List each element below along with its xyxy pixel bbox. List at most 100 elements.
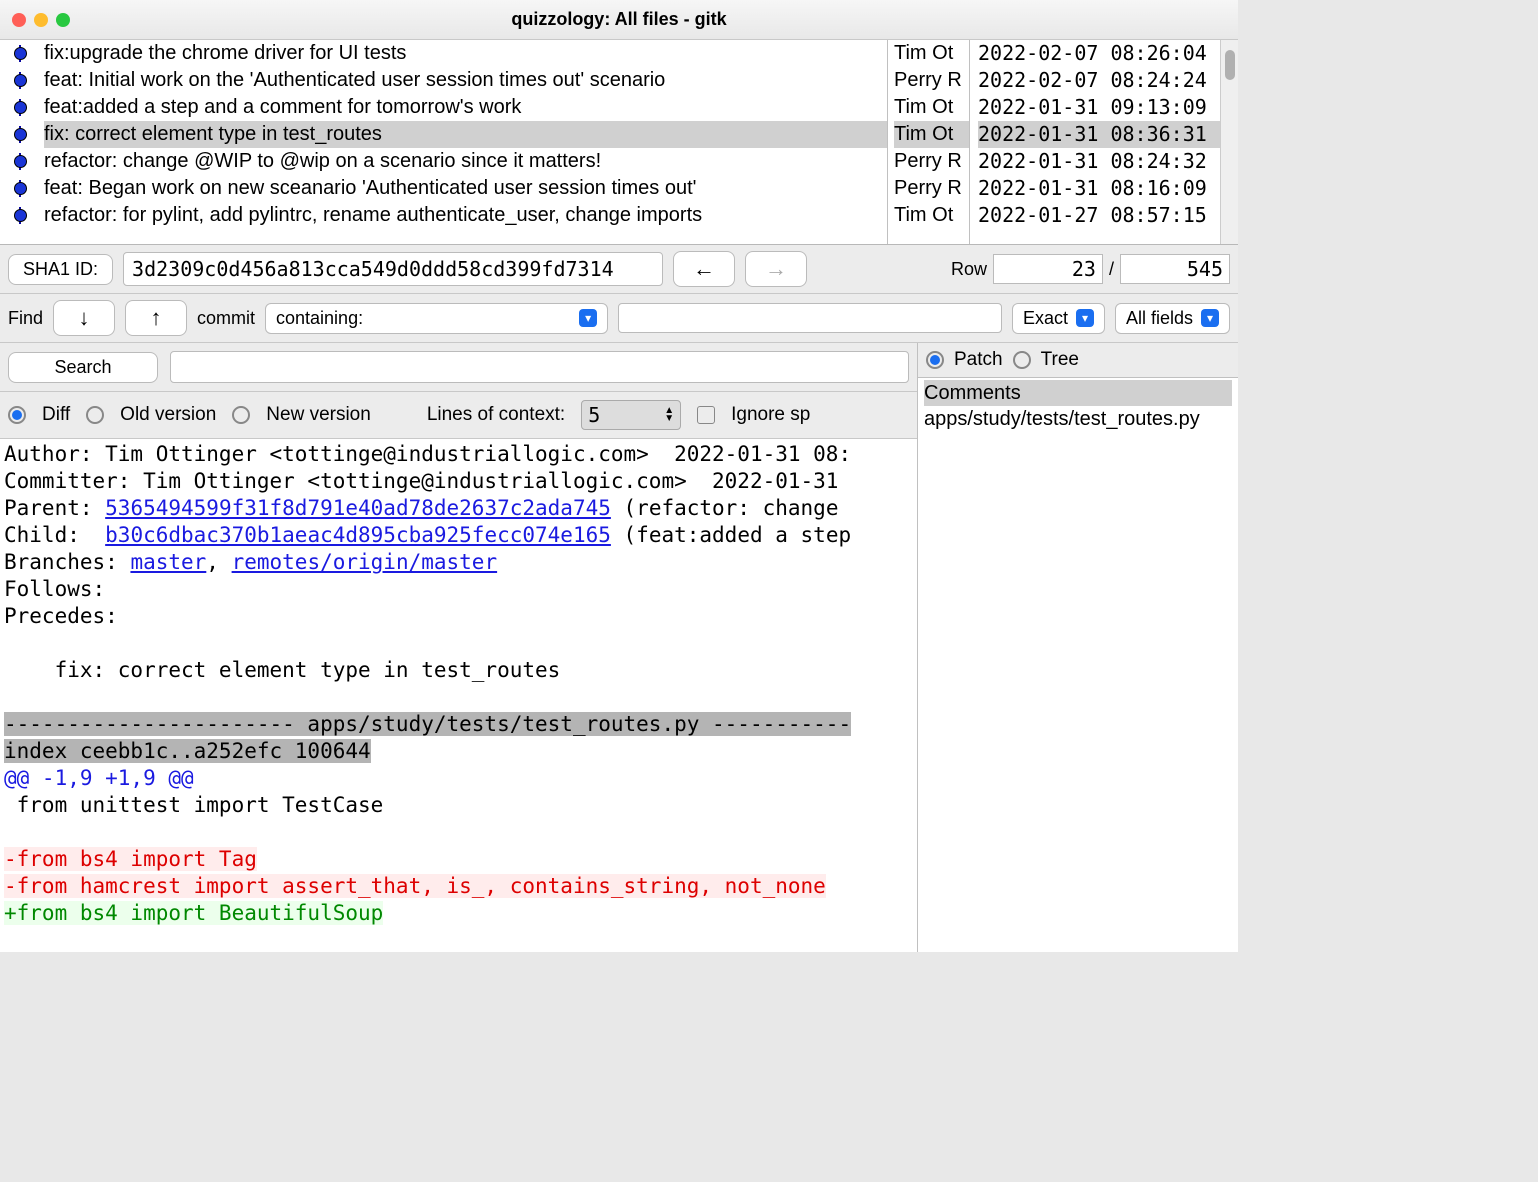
commit-row[interactable]: refactor: change @WIP to @wip on a scena… bbox=[6, 148, 887, 175]
commit-dot-icon bbox=[14, 209, 27, 222]
graph-cell bbox=[6, 155, 34, 168]
graph-cell bbox=[6, 209, 34, 222]
patch-label: Patch bbox=[954, 349, 1003, 371]
tree-radio[interactable] bbox=[1013, 351, 1031, 369]
parent-link[interactable]: 5365494599f31f8d791e40ad78de2637c2ada745 bbox=[105, 496, 611, 520]
date-cell: 2022-01-27 08:57:15 bbox=[978, 202, 1220, 229]
graph-cell bbox=[6, 74, 34, 87]
graph-cell bbox=[6, 47, 34, 60]
patch-radio[interactable] bbox=[926, 351, 944, 369]
find-row: Find ↓ ↑ commit containing: ▾ Exact ▾ Al… bbox=[0, 294, 1238, 343]
commit-row[interactable]: fix:upgrade the chrome driver for UI tes… bbox=[6, 40, 887, 67]
lines-of-context-input[interactable] bbox=[588, 403, 658, 427]
diff-radio[interactable] bbox=[8, 406, 26, 424]
date-cell: 2022-01-31 08:24:32 bbox=[978, 148, 1220, 175]
diff-view[interactable]: Author: Tim Ottinger <tottinge@industria… bbox=[0, 439, 917, 952]
titlebar: quizzology: All files - gitk bbox=[0, 0, 1238, 40]
current-row[interactable]: 23 bbox=[993, 254, 1103, 284]
commit-dot-icon bbox=[14, 101, 27, 114]
row-sep: / bbox=[1109, 259, 1114, 280]
author-column[interactable]: Tim OtPerry RTim OtTim OtPerry RPerry RT… bbox=[888, 40, 970, 244]
lines-of-context-stepper[interactable]: ▲▼ bbox=[581, 400, 681, 430]
commit-row[interactable]: fix: correct element type in test_routes bbox=[6, 121, 887, 148]
commit-scrollbar[interactable] bbox=[1220, 40, 1238, 244]
find-fields-select[interactable]: All fields ▾ bbox=[1115, 303, 1230, 334]
main-split: Search Diff Old version New version Line… bbox=[0, 343, 1238, 952]
find-next-button[interactable]: ↓ bbox=[53, 300, 115, 336]
close-window-button[interactable] bbox=[12, 13, 26, 27]
find-prev-button[interactable]: ↑ bbox=[125, 300, 187, 336]
commit-message: refactor: for pylint, add pylintrc, rena… bbox=[44, 202, 887, 229]
commit-dot-icon bbox=[14, 182, 27, 195]
commit-row[interactable]: feat:added a step and a comment for tomo… bbox=[6, 94, 887, 121]
commit-message: feat: Initial work on the 'Authenticated… bbox=[44, 67, 887, 94]
commit-message: feat:added a step and a comment for tomo… bbox=[44, 94, 887, 121]
branch-remote-link[interactable]: remotes/origin/master bbox=[232, 550, 498, 574]
author-cell: Tim Ot bbox=[894, 121, 969, 148]
find-commit-label: commit bbox=[197, 308, 255, 329]
date-cell: 2022-02-07 08:26:04 bbox=[978, 40, 1220, 67]
comments-entry[interactable]: Comments bbox=[924, 380, 1232, 406]
tree-label: Tree bbox=[1041, 349, 1079, 371]
ignore-space-checkbox[interactable] bbox=[697, 406, 715, 424]
author-cell: Perry R bbox=[894, 67, 969, 94]
graph-cell bbox=[6, 128, 34, 141]
chevron-down-icon: ▾ bbox=[1076, 309, 1094, 327]
author-cell: Perry R bbox=[894, 175, 969, 202]
scrollbar-thumb[interactable] bbox=[1225, 50, 1235, 80]
commit-dot-icon bbox=[14, 74, 27, 87]
diff-radio-label: Diff bbox=[42, 404, 70, 426]
old-version-label: Old version bbox=[120, 404, 216, 426]
new-version-label: New version bbox=[266, 404, 371, 426]
zoom-window-button[interactable] bbox=[56, 13, 70, 27]
sha1-id-button[interactable]: SHA1 ID: bbox=[8, 254, 113, 285]
commit-row[interactable]: feat: Began work on new sceanario 'Authe… bbox=[6, 175, 887, 202]
commit-message: fix:upgrade the chrome driver for UI tes… bbox=[44, 40, 887, 67]
branch-master-link[interactable]: master bbox=[130, 550, 206, 574]
old-version-radio[interactable] bbox=[86, 406, 104, 424]
find-input[interactable] bbox=[618, 303, 1002, 333]
author-cell: Perry R bbox=[894, 148, 969, 175]
left-panel: Search Diff Old version New version Line… bbox=[0, 343, 918, 952]
author-cell: Tim Ot bbox=[894, 202, 969, 229]
commit-message: fix: correct element type in test_routes bbox=[44, 121, 887, 148]
find-match-select[interactable]: Exact ▾ bbox=[1012, 303, 1105, 334]
stepper-arrows-icon[interactable]: ▲▼ bbox=[664, 407, 674, 423]
commit-dot-icon bbox=[14, 155, 27, 168]
search-button[interactable]: Search bbox=[8, 352, 158, 383]
traffic-lights bbox=[12, 13, 70, 27]
diff-options-row: Diff Old version New version Lines of co… bbox=[0, 392, 917, 439]
author-cell: Tim Ot bbox=[894, 94, 969, 121]
prev-commit-button[interactable]: ← bbox=[673, 251, 735, 287]
right-panel: Patch Tree Comments apps/study/tests/tes… bbox=[918, 343, 1238, 952]
commit-dot-icon bbox=[14, 47, 27, 60]
graph-cell bbox=[6, 101, 34, 114]
chevron-down-icon: ▾ bbox=[579, 309, 597, 327]
commit-list[interactable]: fix:upgrade the chrome driver for UI tes… bbox=[0, 40, 888, 244]
date-cell: 2022-02-07 08:24:24 bbox=[978, 67, 1220, 94]
new-version-radio[interactable] bbox=[232, 406, 250, 424]
total-rows: 545 bbox=[1120, 254, 1230, 284]
find-type-select[interactable]: containing: ▾ bbox=[265, 303, 608, 334]
author-cell: Tim Ot bbox=[894, 40, 969, 67]
minimize-window-button[interactable] bbox=[34, 13, 48, 27]
file-list[interactable]: Comments apps/study/tests/test_routes.py bbox=[918, 377, 1238, 952]
search-input[interactable] bbox=[170, 351, 909, 383]
search-row: Search bbox=[0, 343, 917, 392]
row-label: Row bbox=[951, 259, 987, 280]
date-cell: 2022-01-31 08:36:31 bbox=[978, 121, 1220, 148]
date-column[interactable]: 2022-02-07 08:26:042022-02-07 08:24:24 20… bbox=[970, 40, 1220, 244]
commit-dot-icon bbox=[14, 128, 27, 141]
date-cell: 2022-01-31 08:16:09 bbox=[978, 175, 1220, 202]
chevron-down-icon: ▾ bbox=[1201, 309, 1219, 327]
sha-row: SHA1 ID: 3d2309c0d456a813cca549d0ddd58cd… bbox=[0, 245, 1238, 294]
commit-row[interactable]: refactor: for pylint, add pylintrc, rena… bbox=[6, 202, 887, 229]
find-label: Find bbox=[8, 308, 43, 329]
commit-row[interactable]: feat: Initial work on the 'Authenticated… bbox=[6, 67, 887, 94]
file-entry[interactable]: apps/study/tests/test_routes.py bbox=[924, 406, 1232, 432]
graph-cell bbox=[6, 182, 34, 195]
child-link[interactable]: b30c6dbac370b1aeac4d895cba925fecc074e165 bbox=[105, 523, 611, 547]
commit-panes: fix:upgrade the chrome driver for UI tes… bbox=[0, 40, 1238, 245]
next-commit-button[interactable]: → bbox=[745, 251, 807, 287]
sha1-value[interactable]: 3d2309c0d456a813cca549d0ddd58cd399fd7314 bbox=[123, 252, 663, 286]
